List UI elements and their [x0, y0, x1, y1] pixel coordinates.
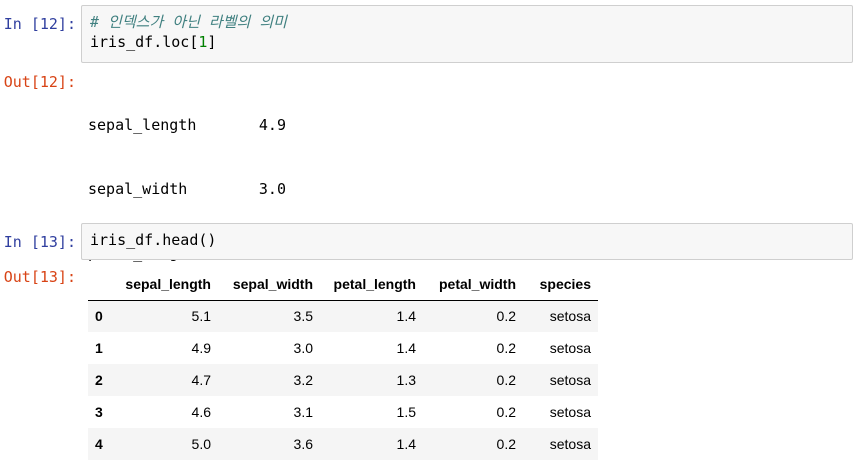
table-cell: 3.0	[293, 340, 313, 356]
code-input-13[interactable]: iris_df.head()	[81, 223, 853, 260]
table-cell: 4.7	[191, 372, 211, 388]
table-cell: 3.2	[293, 372, 313, 388]
series-row: sepal_width 3.0	[88, 179, 287, 200]
row-index: 0	[95, 308, 103, 325]
table-cell: 1.4	[396, 340, 416, 356]
series-row: sepal_length 4.9	[88, 115, 287, 136]
input-prompt-12: In [12]:	[3, 15, 76, 33]
series-key: sepal_width	[88, 180, 188, 199]
output-prompt-13: Out[13]:	[3, 268, 76, 286]
table-cell: 4.6	[191, 404, 211, 420]
code-text: iris_df.loc[	[90, 33, 199, 51]
series-key: sepal_length	[88, 116, 197, 135]
table-cell: 1.4	[396, 436, 416, 452]
table-cell: 3.6	[293, 436, 313, 452]
code-input-12[interactable]: # 인덱스가 아닌 라벨의 의미 iris_df.loc[1]	[81, 5, 853, 63]
code-comment: # 인덱스가 아닌 라벨의 의미	[90, 13, 287, 31]
table-row: 4 5.0 3.6 1.4 0.2 setosa	[88, 428, 598, 460]
column-header: species	[523, 269, 598, 301]
series-value: 3.0	[258, 180, 286, 199]
table-cell: 5.1	[191, 308, 211, 325]
table-row: 2 4.7 3.2 1.3 0.2 setosa	[88, 364, 598, 396]
table-row: 0 5.1 3.5 1.4 0.2 setosa	[88, 300, 598, 332]
table-cell: setosa	[549, 308, 591, 325]
table-cell: setosa	[549, 436, 591, 452]
table-cell: 1.4	[396, 308, 416, 325]
code-line: iris_df.head()	[90, 231, 217, 249]
table-header-row: sepal_length sepal_width petal_length pe…	[88, 269, 598, 301]
column-header: sepal_width	[218, 269, 320, 301]
table-cell: 0.2	[496, 308, 516, 325]
row-index: 3	[95, 404, 103, 420]
row-index: 4	[95, 436, 103, 452]
dataframe-table: sepal_length sepal_width petal_length pe…	[88, 269, 598, 460]
table-cell: setosa	[549, 340, 591, 356]
table-cell: 0.2	[496, 404, 516, 420]
row-index: 2	[95, 372, 103, 388]
column-header: petal_length	[320, 269, 423, 301]
table-cell: setosa	[549, 404, 591, 420]
column-header: petal_width	[423, 269, 523, 301]
series-value: 4.9	[258, 116, 286, 135]
row-index: 1	[95, 340, 103, 356]
table-cell: 4.9	[191, 340, 211, 356]
table-cell: 5.0	[191, 436, 211, 452]
table-cell: 3.5	[293, 308, 313, 325]
input-prompt-13: In [13]:	[3, 233, 76, 251]
code-text: ]	[207, 33, 217, 51]
table-cell: 0.2	[496, 436, 516, 452]
column-header: sepal_length	[112, 269, 218, 301]
table-cell: 0.2	[496, 372, 516, 388]
table-row: 1 4.9 3.0 1.4 0.2 setosa	[88, 332, 598, 364]
column-header	[88, 269, 112, 301]
table-cell: 0.2	[496, 340, 516, 356]
table-cell: 3.1	[293, 404, 313, 420]
code-line: iris_df.loc[1]	[90, 32, 844, 52]
table-row: 3 4.6 3.1 1.5 0.2 setosa	[88, 396, 598, 428]
output-prompt-12: Out[12]:	[3, 73, 76, 91]
table-cell: 1.3	[396, 372, 416, 388]
table-cell: setosa	[549, 372, 591, 388]
table-cell: 1.5	[396, 404, 416, 420]
